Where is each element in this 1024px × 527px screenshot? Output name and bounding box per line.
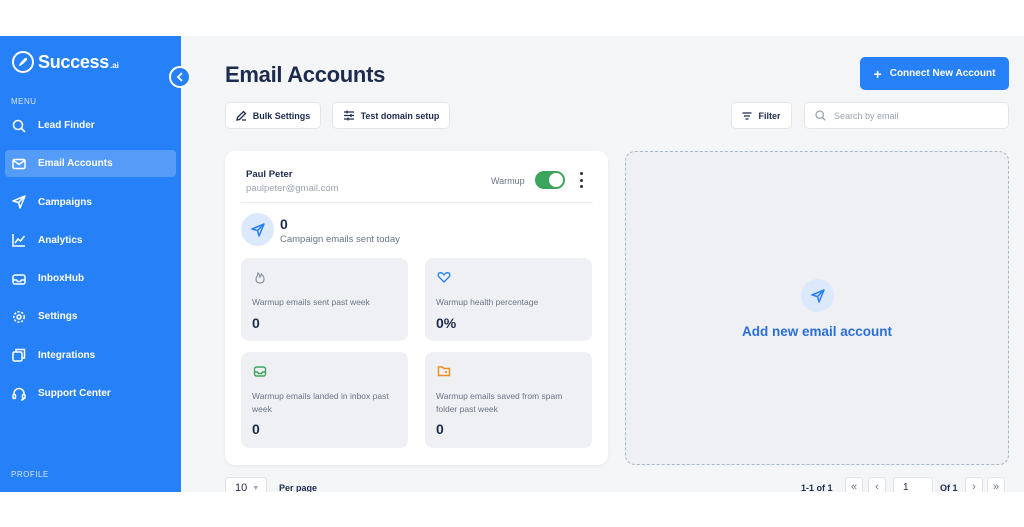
last-page-button[interactable]: » [987,477,1005,492]
send-icon [12,195,26,209]
app-window: Success .ai MENU Lead Finder Email Accou… [0,36,1024,492]
chart-line-icon [12,234,26,248]
plus-icon: + [873,65,882,82]
chevron-left-icon: ‹ [875,481,879,492]
sidebar-item-label: InboxHub [38,273,85,285]
stat-warmup-health: Warmup health percentage 0% [425,258,592,341]
search-box [804,102,1009,129]
sidebar-item-label: Integrations [38,349,96,361]
brand-logo[interactable]: Success .ai [12,51,119,73]
stat-saved-from-spam: Warmup emails saved from spam folder pas… [425,352,592,448]
inbox-icon [12,273,26,285]
sidebar-item-lead-finder[interactable]: Lead Finder [5,112,176,139]
account-more-options-button[interactable] [577,172,585,188]
brand-name: Success [38,51,109,72]
test-domain-setup-button[interactable]: Test domain setup [332,102,450,129]
stat-label: Warmup emails saved from spam folder pas… [436,391,563,414]
stat-label: Warmup health percentage [436,297,539,307]
warmup-toggle[interactable] [535,171,565,189]
per-page-label: Per page [279,483,318,492]
stat-label: Warmup emails sent past week [252,297,370,307]
per-page-value: 10 [235,482,248,492]
sidebar-item-label: Lead Finder [38,120,95,131]
warmup-label: Warmup [491,176,525,186]
integrations-icon [12,349,26,363]
send-icon [801,279,834,312]
stat-value: 0 [436,421,444,437]
pencil-icon [235,110,247,121]
page-of-label: Of 1 [940,483,958,492]
connect-button-label: Connect New Account [889,68,996,79]
search-icon [815,110,826,121]
sliders-icon [343,110,354,121]
stat-value: 0 [252,315,260,331]
bulk-settings-button[interactable]: Bulk Settings [225,102,321,129]
sidebar-item-integrations[interactable]: Integrations [5,342,176,369]
sidebar-item-label: Email Accounts [38,158,113,170]
chevron-left-icon [176,72,183,82]
double-chevron-left-icon: « [850,481,858,492]
sidebar-item-email-accounts[interactable]: Email Accounts [5,150,176,178]
search-input[interactable] [834,110,994,121]
gear-icon [13,311,25,323]
inbox-tray-icon [253,366,267,377]
page-number-input[interactable]: 1 [893,477,933,492]
page-title: Email Accounts [225,62,386,87]
sidebar-item-inboxhub[interactable]: InboxHub [5,265,176,292]
headset-icon [12,387,26,401]
rocket-logo-icon [12,51,34,73]
card-divider [241,202,593,203]
email-account-card: Paul Peter paulpeter@gmail.com Warmup 0 … [225,151,608,465]
filter-button[interactable]: Filter [731,102,792,129]
campaign-sent-label: Campaign emails sent today [280,234,400,245]
sidebar-item-label: Campaigns [38,196,92,208]
collapse-sidebar-button[interactable] [169,66,191,88]
sidebar-item-analytics[interactable]: Analytics [5,227,176,254]
sidebar-item-support-center[interactable]: Support Center [5,380,176,407]
stat-label: Warmup emails landed in inbox past week [252,391,389,414]
filter-lines-icon [742,111,752,120]
stat-warmup-sent: Warmup emails sent past week 0 [241,258,408,341]
search-icon [12,119,26,133]
sidebar-item-settings[interactable]: Settings [5,303,176,330]
pagination-range: 1-1 of 1 [801,483,833,492]
double-chevron-right-icon: » [992,481,1000,492]
sidebar-item-label: Settings [38,311,78,323]
per-page-select[interactable]: 10 ▼ [225,477,267,492]
add-account-label: Add new email account [741,324,893,339]
test-domain-label: Test domain setup [360,110,440,121]
campaign-sent-count: 0 [280,216,288,232]
sidebar: Success .ai MENU Lead Finder Email Accou… [0,36,181,492]
bulk-settings-label: Bulk Settings [252,110,311,121]
folder-icon [437,366,451,377]
stat-value: 0 [252,421,260,437]
flame-icon [255,271,265,284]
brand-suffix: .ai [109,60,119,70]
sidebar-nav: Lead Finder Email Accounts Campaigns Ana… [5,112,176,418]
previous-page-button[interactable]: ‹ [868,477,886,492]
account-name: Paul Peter [246,169,293,180]
stat-landed-inbox: Warmup emails landed in inbox past week … [241,352,408,448]
menu-section-label: MENU [11,97,37,106]
profile-section-label: PROFILE [11,470,49,479]
first-page-button[interactable]: « [845,477,863,492]
add-new-email-account-card[interactable]: Add new email account [625,151,1009,465]
filter-label: Filter [758,110,781,121]
send-icon [241,213,274,246]
sidebar-item-campaigns[interactable]: Campaigns [5,189,176,216]
connect-new-account-button[interactable]: + Connect New Account [860,57,1009,90]
heart-icon [437,272,451,283]
next-page-button[interactable]: › [965,477,983,492]
toggle-knob [549,173,563,187]
chevron-down-icon: ▼ [252,484,260,492]
mail-icon [12,158,26,170]
sidebar-item-label: Support Center [38,388,111,400]
sidebar-item-label: Analytics [38,234,83,246]
account-email: paulpeter@gmail.com [246,183,339,194]
stat-value: 0% [436,315,457,331]
chevron-right-icon: › [972,481,976,492]
